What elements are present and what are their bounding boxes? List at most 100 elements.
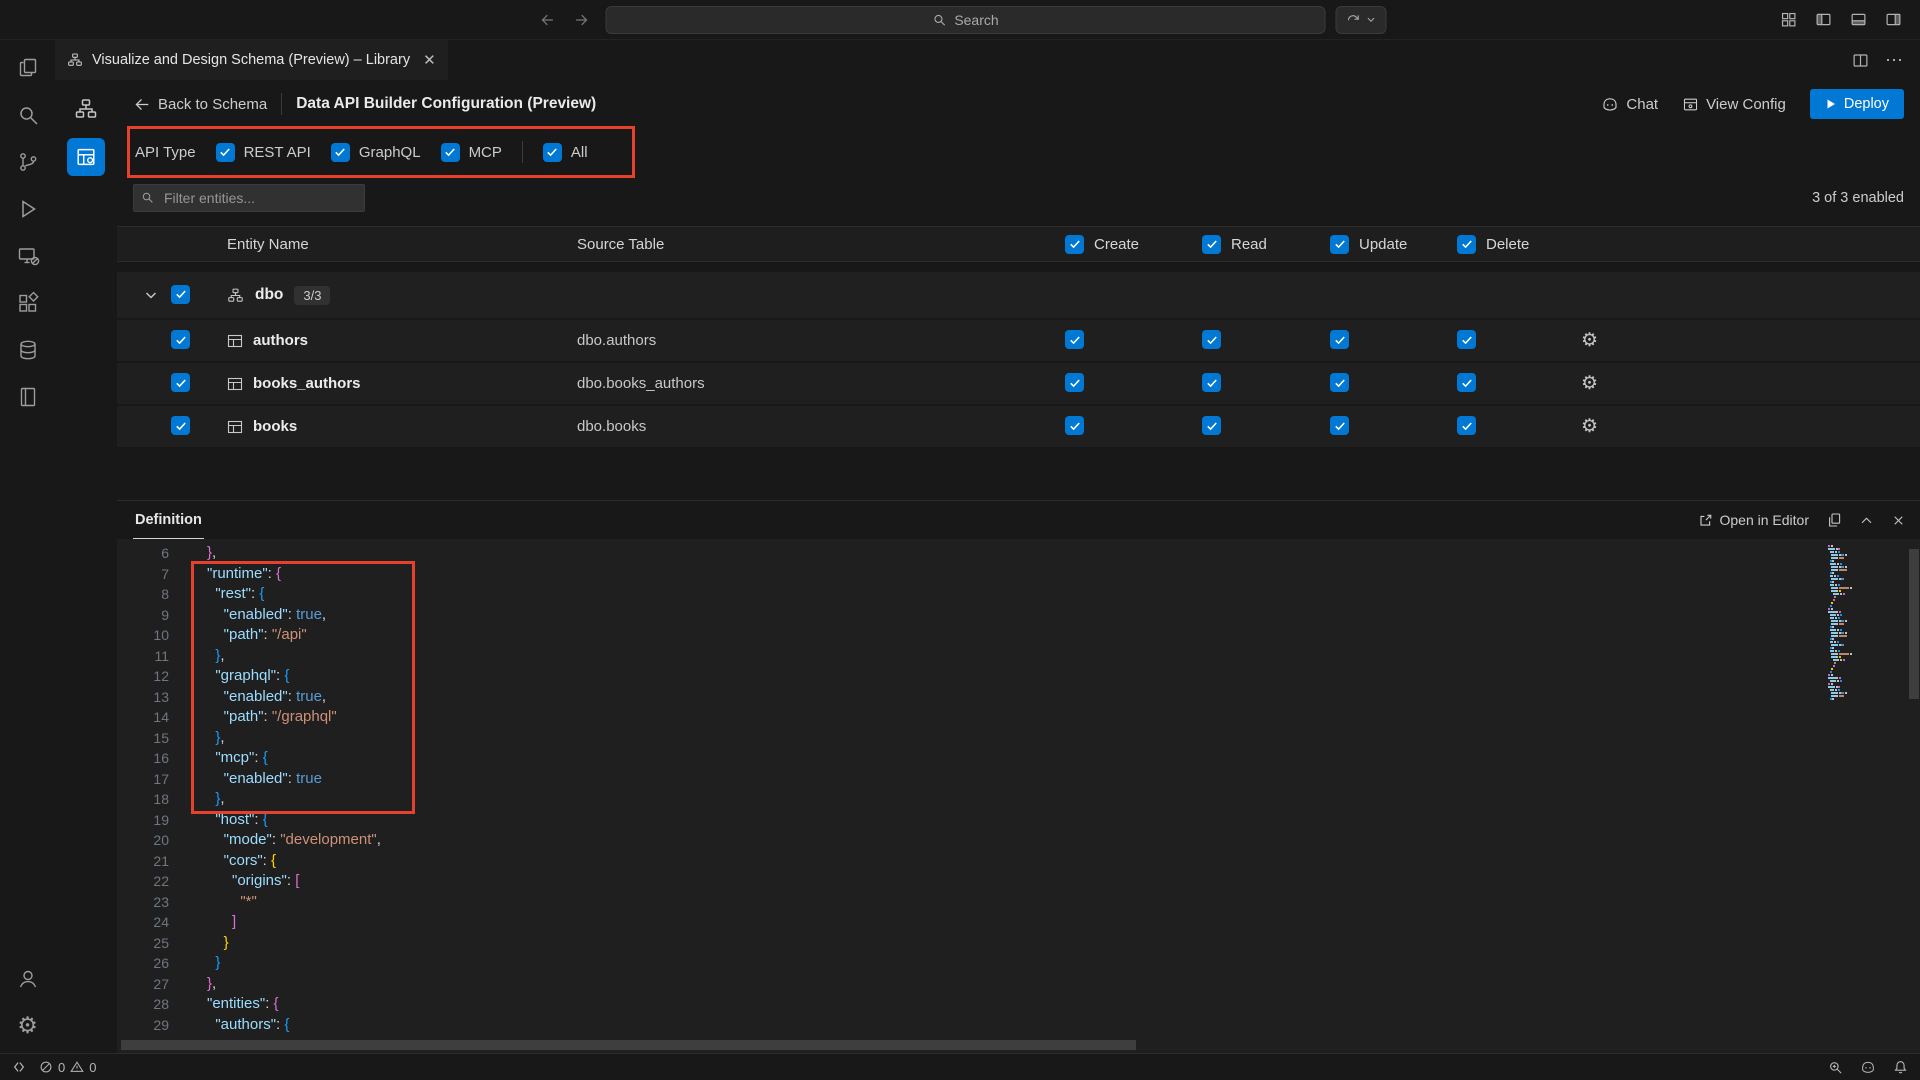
api-type-option[interactable]: GraphQL (331, 143, 421, 162)
copy-icon[interactable] (1826, 512, 1842, 528)
tab-close-icon[interactable]: ✕ (423, 51, 436, 69)
code-text: "path": "/graphql" (169, 707, 337, 728)
code-text: } (169, 953, 220, 974)
settings-gear-icon[interactable]: ⚙ (1581, 416, 1598, 437)
config-toolbar: Back to Schema Data API Builder Configur… (117, 80, 1920, 128)
minimap[interactable] (1828, 545, 1904, 701)
zoom-icon[interactable] (1828, 1060, 1843, 1075)
code-text: "mcp": { (169, 748, 268, 769)
toggle-sidebar-left-icon[interactable] (1815, 11, 1832, 28)
op-checkbox-read[interactable] (1202, 373, 1221, 392)
api-type-option[interactable]: REST API (216, 143, 311, 162)
api-type-option[interactable]: All (543, 143, 588, 162)
code-line: 15 }, (117, 728, 1920, 749)
data-api-builder-view-icon[interactable] (67, 138, 105, 176)
api-type-checkbox[interactable] (331, 143, 350, 162)
op-checkbox-update[interactable] (1330, 416, 1349, 435)
api-type-checkbox[interactable] (441, 143, 460, 162)
code-text: } (169, 933, 229, 954)
op-checkbox-delete[interactable] (1457, 373, 1476, 392)
sessions-dropdown-button[interactable] (1336, 6, 1387, 34)
notifications-bell-icon[interactable] (1893, 1060, 1908, 1075)
run-debug-icon[interactable] (0, 185, 55, 232)
op-checkbox-delete[interactable] (1457, 330, 1476, 349)
code-line: 6}, (117, 543, 1920, 564)
forward-arrow-icon[interactable] (570, 7, 596, 33)
account-icon[interactable] (0, 955, 55, 1002)
settings-gear-icon[interactable]: ⚙ (1581, 373, 1598, 394)
more-actions-icon[interactable]: ⋯ (1885, 50, 1904, 71)
code-text: "path": "/api" (169, 625, 307, 646)
collapse-panel-icon[interactable] (1859, 513, 1874, 528)
remote-indicator-icon[interactable] (12, 1060, 26, 1074)
op-header-label: Update (1359, 236, 1407, 253)
op-checkbox-delete[interactable] (1457, 416, 1476, 435)
op-checkbox-create[interactable] (1065, 330, 1084, 349)
command-center: Search (534, 0, 1387, 39)
customize-layout-icon[interactable] (1780, 11, 1797, 28)
row-settings-cell: ⚙ (1577, 374, 1920, 393)
divider (281, 93, 282, 115)
op-checkbox-update[interactable] (1330, 373, 1349, 392)
search-input[interactable]: Search (606, 6, 1326, 34)
op-header-checkbox-read[interactable] (1202, 235, 1221, 254)
op-cell-read (1202, 330, 1330, 351)
toggle-sidebar-right-icon[interactable] (1885, 11, 1902, 28)
search-sidebar-icon[interactable] (0, 91, 55, 138)
code-line: 11 }, (117, 646, 1920, 667)
api-type-option[interactable]: MCP (441, 143, 502, 162)
op-checkbox-update[interactable] (1330, 330, 1349, 349)
code-text: }, (169, 728, 225, 749)
group-count-badge: 3/3 (294, 286, 330, 305)
op-header-checkbox-create[interactable] (1065, 235, 1084, 254)
book-icon[interactable] (0, 373, 55, 420)
row-select-checkbox[interactable] (171, 330, 190, 349)
entity-name-cell: books_authors (217, 375, 577, 392)
back-to-schema-button[interactable]: Back to Schema (133, 96, 267, 113)
api-type-checkbox[interactable] (216, 143, 235, 162)
row-select-checkbox[interactable] (171, 373, 190, 392)
op-header-checkbox-update[interactable] (1330, 235, 1349, 254)
code-line: 22 "origins": [ (117, 871, 1920, 892)
op-checkbox-read[interactable] (1202, 416, 1221, 435)
close-panel-icon[interactable] (1891, 513, 1906, 528)
op-header-checkbox-delete[interactable] (1457, 235, 1476, 254)
search-placeholder: Search (954, 12, 998, 28)
problems-indicator[interactable]: 0 0 (39, 1060, 96, 1075)
op-checkbox-create[interactable] (1065, 416, 1084, 435)
code-line: 8 "rest": { (117, 584, 1920, 605)
arrow-left-icon (133, 96, 150, 113)
op-checkbox-create[interactable] (1065, 373, 1084, 392)
column-header-update: Update (1330, 235, 1457, 254)
toggle-panel-icon[interactable] (1850, 11, 1867, 28)
horizontal-scrollbar[interactable] (121, 1040, 1136, 1050)
view-config-button[interactable]: View Config (1682, 96, 1786, 113)
remote-explorer-icon[interactable] (0, 232, 55, 279)
open-in-editor-button[interactable]: Open in Editor (1698, 512, 1810, 528)
chat-button[interactable]: Chat (1601, 95, 1658, 113)
source-control-icon[interactable] (0, 138, 55, 185)
definition-tab[interactable]: Definition (133, 501, 204, 539)
back-arrow-icon[interactable] (534, 7, 560, 33)
row-select-checkbox[interactable] (171, 416, 190, 435)
op-checkbox-read[interactable] (1202, 330, 1221, 349)
schema-diagram-view-icon[interactable] (67, 90, 105, 128)
code-editor[interactable]: 6},7"runtime": {8 "rest": {9 "enabled": … (117, 539, 1920, 1053)
editor-tab[interactable]: Visualize and Design Schema (Preview) – … (55, 40, 448, 80)
vertical-scrollbar[interactable] (1909, 549, 1919, 699)
code-line: 18 }, (117, 789, 1920, 810)
extensions-icon[interactable] (0, 279, 55, 326)
deploy-button[interactable]: Deploy (1810, 89, 1904, 119)
settings-gear-icon[interactable]: ⚙ (0, 1002, 55, 1049)
database-icon[interactable] (0, 326, 55, 373)
api-type-checkbox[interactable] (543, 143, 562, 162)
filter-entities-input[interactable] (133, 184, 365, 212)
settings-gear-icon[interactable]: ⚙ (1581, 330, 1598, 351)
status-bar-left: 0 0 (12, 1060, 96, 1075)
copilot-status-icon[interactable] (1860, 1059, 1876, 1075)
code-text: "rest": { (169, 584, 264, 605)
group-expand-chevron-icon[interactable] (133, 287, 169, 303)
explorer-icon[interactable] (0, 44, 55, 91)
split-editor-icon[interactable] (1852, 52, 1869, 69)
group-select-checkbox[interactable] (171, 285, 190, 304)
